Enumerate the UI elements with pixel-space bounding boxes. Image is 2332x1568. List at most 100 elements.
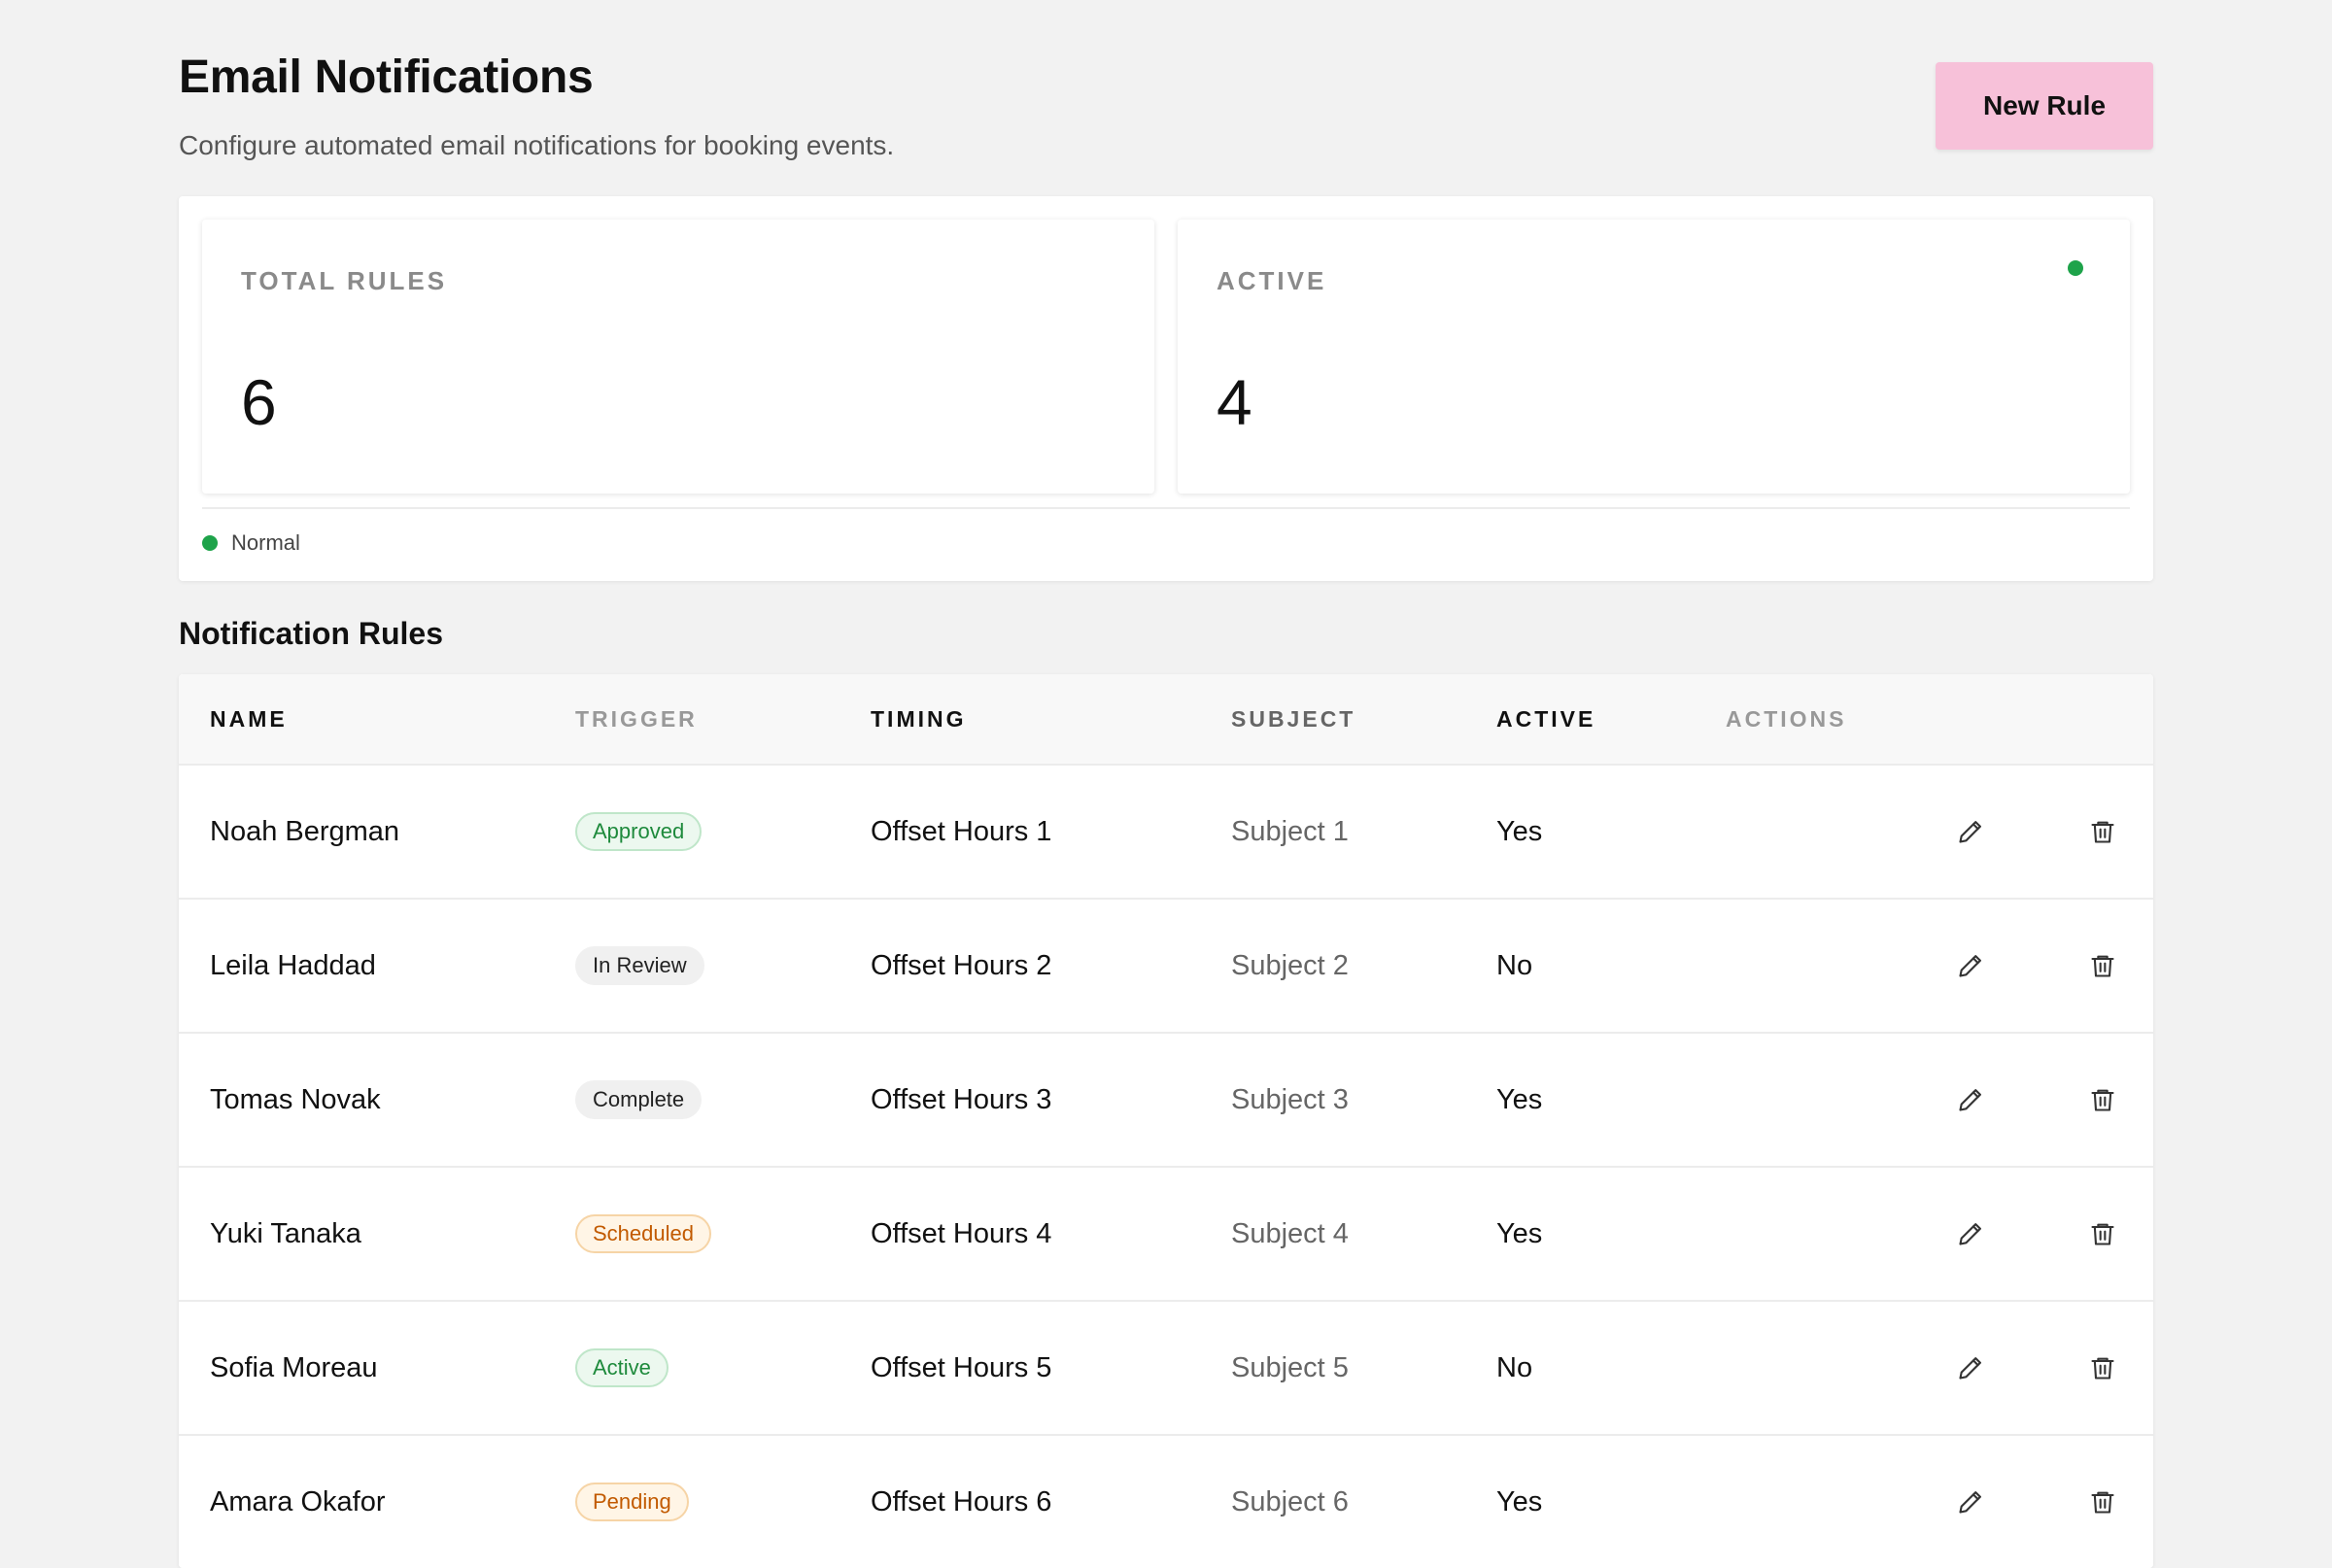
edit-button[interactable]: [1949, 944, 1992, 987]
edit-button[interactable]: [1949, 1212, 1992, 1255]
edit-cell: [1949, 1436, 1992, 1568]
trigger-badge: Pending: [575, 1483, 689, 1521]
table-row: Amara Okafor Pending Offset Hours 6 Subj…: [179, 1434, 2153, 1568]
table-row: Sofia Moreau Active Offset Hours 5 Subje…: [179, 1300, 2153, 1434]
stat-card-active: ACTIVE 4: [1178, 220, 2130, 494]
rule-timing: Offset Hours 3: [871, 1083, 1052, 1115]
trash-icon: [2091, 1357, 2114, 1380]
rules-table: NAME TRIGGER TIMING SUBJECT ACTIVE ACTIO…: [179, 674, 2153, 1568]
delete-button[interactable]: [2081, 944, 2124, 987]
status-legend: Normal: [202, 527, 300, 560]
delete-button[interactable]: [2081, 1078, 2124, 1121]
rule-subject: Subject 2: [1231, 949, 1349, 981]
page: Email Notifications Configure automated …: [179, 0, 2153, 1568]
rule-active: Yes: [1496, 815, 1543, 847]
trigger-cell: Scheduled: [575, 1168, 711, 1300]
stats-panel: TOTAL RULES 6 ACTIVE 4 Normal: [179, 196, 2153, 581]
rule-timing: Offset Hours 2: [871, 949, 1052, 981]
status-dot-icon: [2068, 260, 2083, 276]
status-dot-icon: [202, 535, 218, 551]
rule-subject: Subject 4: [1231, 1217, 1349, 1249]
trash-icon: [2091, 1089, 2114, 1111]
delete-button[interactable]: [2081, 1481, 2124, 1523]
edit-button[interactable]: [1949, 1078, 1992, 1121]
trash-icon: [2091, 1223, 2114, 1245]
new-rule-button[interactable]: New Rule: [1936, 62, 2153, 150]
column-header-trigger: TRIGGER: [575, 706, 698, 732]
page-title: Email Notifications: [179, 51, 594, 103]
edit-cell: [1949, 766, 1992, 898]
trigger-cell: Pending: [575, 1436, 689, 1568]
column-header-name: NAME: [210, 706, 288, 732]
trigger-badge: In Review: [575, 946, 704, 985]
edit-button[interactable]: [1949, 1346, 1992, 1389]
rule-active: Yes: [1496, 1217, 1543, 1249]
rule-timing: Offset Hours 1: [871, 815, 1052, 847]
edit-cell: [1949, 1034, 1992, 1166]
delete-cell: [2081, 1168, 2124, 1300]
pencil-icon: [1959, 1357, 1981, 1380]
edit-cell: [1949, 1168, 1992, 1300]
delete-cell: [2081, 1034, 2124, 1166]
rule-name: Amara Okafor: [210, 1485, 386, 1517]
column-header-active: ACTIVE: [1496, 706, 1596, 732]
trigger-cell: Approved: [575, 766, 703, 898]
edit-cell: [1949, 1302, 1992, 1434]
stat-value: 4: [1217, 366, 1252, 438]
rule-name: Leila Haddad: [210, 949, 376, 981]
delete-button[interactable]: [2081, 1212, 2124, 1255]
table-row: Noah Bergman Approved Offset Hours 1 Sub…: [179, 764, 2153, 898]
trash-icon: [2091, 955, 2114, 977]
pencil-icon: [1959, 821, 1981, 843]
delete-button[interactable]: [2081, 1346, 2124, 1389]
rule-name: Yuki Tanaka: [210, 1217, 361, 1249]
rule-name: Noah Bergman: [210, 815, 400, 847]
rule-subject: Subject 3: [1231, 1083, 1349, 1115]
table-row: Yuki Tanaka Scheduled Offset Hours 4 Sub…: [179, 1166, 2153, 1300]
trigger-badge: Scheduled: [575, 1214, 711, 1253]
pencil-icon: [1959, 1089, 1981, 1111]
trigger-badge: Complete: [575, 1080, 703, 1119]
pencil-icon: [1959, 955, 1981, 977]
rule-subject: Subject 6: [1231, 1485, 1349, 1517]
trash-icon: [2091, 821, 2114, 843]
trigger-badge: Active: [575, 1348, 669, 1387]
rule-active: Yes: [1496, 1083, 1543, 1115]
rule-timing: Offset Hours 5: [871, 1351, 1052, 1383]
section-title: Notification Rules: [179, 616, 444, 651]
table-row: Tomas Novak Complete Offset Hours 3 Subj…: [179, 1032, 2153, 1166]
page-subtitle: Configure automated email notifications …: [179, 130, 895, 160]
delete-cell: [2081, 766, 2124, 898]
rule-timing: Offset Hours 6: [871, 1485, 1052, 1517]
column-header-subject: SUBJECT: [1231, 706, 1356, 732]
edit-button[interactable]: [1949, 1481, 1992, 1523]
trigger-cell: Active: [575, 1302, 669, 1434]
rule-name: Tomas Novak: [210, 1083, 381, 1115]
trigger-badge: Approved: [575, 812, 703, 851]
delete-button[interactable]: [2081, 810, 2124, 853]
column-header-actions: ACTIONS: [1726, 706, 1847, 732]
rule-timing: Offset Hours 4: [871, 1217, 1052, 1249]
column-header-timing: TIMING: [871, 706, 967, 732]
edit-cell: [1949, 900, 1992, 1032]
table-row: Leila Haddad In Review Offset Hours 2 Su…: [179, 898, 2153, 1032]
table-body: Noah Bergman Approved Offset Hours 1 Sub…: [179, 764, 2153, 1568]
edit-button[interactable]: [1949, 810, 1992, 853]
stat-label: ACTIVE: [1217, 266, 1327, 295]
stat-card-total-rules: TOTAL RULES 6: [202, 220, 1154, 494]
rule-active: No: [1496, 949, 1533, 981]
pencil-icon: [1959, 1223, 1981, 1245]
legend-label: Normal: [231, 530, 300, 555]
rule-subject: Subject 1: [1231, 815, 1349, 847]
divider: [202, 507, 2130, 509]
trigger-cell: In Review: [575, 900, 704, 1032]
trigger-cell: Complete: [575, 1034, 703, 1166]
delete-cell: [2081, 1302, 2124, 1434]
delete-cell: [2081, 1436, 2124, 1568]
table-header: NAME TRIGGER TIMING SUBJECT ACTIVE ACTIO…: [179, 674, 2153, 764]
stat-value: 6: [241, 366, 277, 438]
pencil-icon: [1959, 1491, 1981, 1514]
stat-label: TOTAL RULES: [241, 266, 448, 295]
rule-subject: Subject 5: [1231, 1351, 1349, 1383]
page-header: Email Notifications Configure automated …: [179, 0, 2153, 194]
